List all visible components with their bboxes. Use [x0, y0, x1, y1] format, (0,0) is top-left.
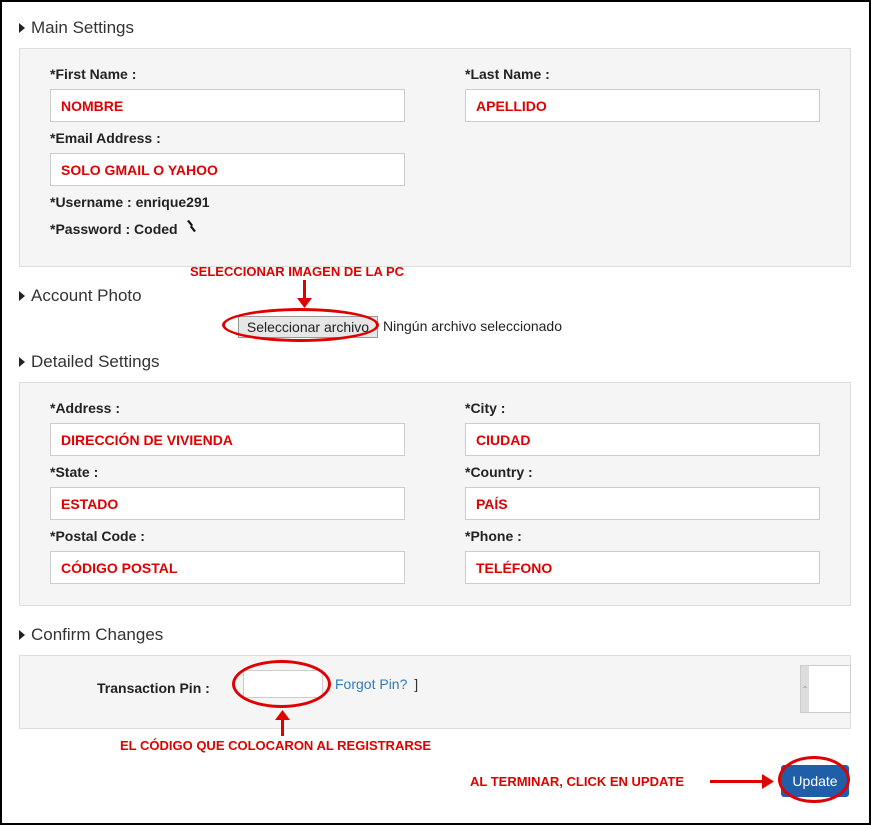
section-main-settings[interactable]: Main Settings [19, 18, 134, 38]
forgot-pin-link[interactable]: Forgot Pin? [335, 676, 407, 692]
postal-code-label: *Postal Code : [50, 528, 145, 544]
state-label: *State : [50, 464, 99, 480]
last-name-label: *Last Name : [465, 66, 550, 82]
bracket-close: ] [414, 676, 419, 692]
transaction-pin-label: Transaction Pin : [97, 680, 210, 696]
file-status: Ningún archivo seleccionado [383, 318, 562, 334]
pin-arrow [281, 718, 284, 736]
city-field[interactable]: CIUDAD [465, 423, 820, 456]
section-detailed-settings[interactable]: Detailed Settings [19, 352, 160, 372]
phone-label: *Phone : [465, 528, 522, 544]
section-title: Detailed Settings [31, 352, 160, 371]
section-account-photo[interactable]: Account Photo [19, 286, 142, 306]
side-widget[interactable]: ⌃ [800, 665, 851, 713]
resize-handle-icon[interactable]: ⌃ [801, 666, 809, 712]
username-text: *Username : enrique291 [50, 194, 210, 210]
first-name-field[interactable]: NOMBRE [50, 89, 405, 122]
arrow-right-icon [762, 774, 774, 789]
city-label: *City : [465, 400, 506, 416]
state-field[interactable]: ESTADO [50, 487, 405, 520]
caret-right-icon [19, 357, 25, 367]
section-title: Confirm Changes [31, 625, 164, 644]
update-arrow [710, 780, 764, 783]
first-name-label: *First Name : [50, 66, 137, 82]
phone-field[interactable]: TELÉFONO [465, 551, 820, 584]
caret-right-icon [19, 630, 25, 640]
section-title: Main Settings [31, 18, 134, 37]
arrow-down-icon [297, 298, 312, 308]
password-text: *Password : Coded [50, 221, 178, 237]
update-annotation: AL TERMINAR, CLICK EN UPDATE [470, 774, 685, 789]
photo-annotation: SELECCIONAR IMAGEN DE LA PC [190, 264, 405, 279]
caret-right-icon [19, 23, 25, 33]
arrow-up-icon [275, 710, 290, 720]
highlight-ellipse [222, 308, 379, 342]
last-name-field[interactable]: APELLIDO [465, 89, 820, 122]
caret-right-icon [19, 291, 25, 301]
country-label: *Country : [465, 464, 533, 480]
postal-code-field[interactable]: CÓDIGO POSTAL [50, 551, 405, 584]
address-label: *Address : [50, 400, 121, 416]
section-confirm-changes[interactable]: Confirm Changes [19, 625, 163, 645]
address-field[interactable]: DIRECCIÓN DE VIVIENDA [50, 423, 405, 456]
email-label: *Email Address : [50, 130, 161, 146]
key-icon[interactable] [185, 220, 197, 237]
password-row: *Password : Coded [50, 220, 197, 237]
highlight-ellipse [232, 660, 331, 708]
highlight-ellipse [778, 756, 850, 803]
forgot-pin-row: Forgot Pin? ] [330, 676, 418, 692]
section-title: Account Photo [31, 286, 142, 305]
email-field[interactable]: SOLO GMAIL O YAHOO [50, 153, 405, 186]
country-field[interactable]: PAÍS [465, 487, 820, 520]
pin-annotation: EL CÓDIGO QUE COLOCARON AL REGISTRARSE [120, 738, 432, 753]
